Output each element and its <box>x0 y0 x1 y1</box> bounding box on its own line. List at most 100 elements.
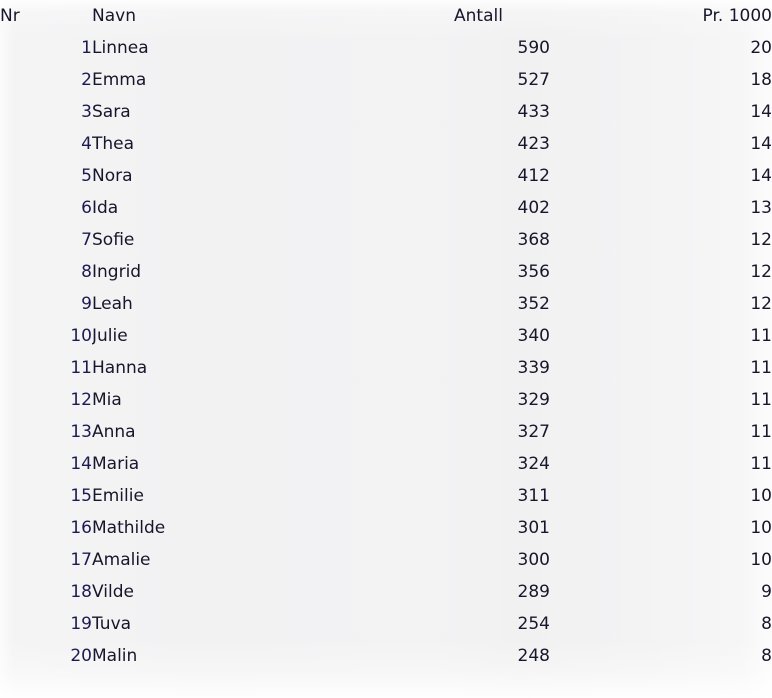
table-row[interactable]: 20 Malin 248 8 <box>0 640 772 672</box>
column-header-pr1000[interactable]: Pr. 1000 <box>550 0 772 32</box>
cell-navn: Emilie <box>92 486 144 506</box>
cell-nr: 19 <box>0 608 92 640</box>
table-row[interactable]: 4 Thea 423 14 <box>0 128 772 160</box>
rank-number: 10 <box>70 326 92 346</box>
cell-navn: Julie <box>92 326 128 346</box>
table-row[interactable]: 17 Amalie 300 10 <box>0 544 772 576</box>
column-header-antall[interactable]: Antall <box>454 0 550 32</box>
cell-navn: Tuva <box>92 614 132 634</box>
table-body: 1 Linnea 590 20 2 Emma 527 18 3 Sara 433 14 4 Thea 423… <box>0 32 772 672</box>
table-row[interactable]: 10 Julie 340 11 <box>0 320 772 352</box>
cell-nr: 12 <box>0 384 92 416</box>
table-row[interactable]: 5 Nora 412 14 <box>0 160 772 192</box>
cell-pr1000: 11 <box>750 390 772 410</box>
table-row[interactable]: 9 Leah 352 12 <box>0 288 772 320</box>
cell-pr1000: 10 <box>750 518 772 538</box>
rank-number: 1 <box>81 38 92 58</box>
table-row[interactable]: 2 Emma 527 18 <box>0 64 772 96</box>
cell-navn: Ida <box>92 198 119 218</box>
cell-pr1000: 11 <box>750 326 772 346</box>
page-background: Nr Navn Antall Pr. 1000 1 Linnea 590 20 2 Emm… <box>0 0 772 698</box>
rank-number: 7 <box>81 230 92 250</box>
cell-antall: 248 <box>517 646 550 666</box>
table-row[interactable]: 8 Ingrid 356 12 <box>0 256 772 288</box>
rank-number: 12 <box>70 390 92 410</box>
table-row[interactable]: 7 Sofie 368 12 <box>0 224 772 256</box>
rank-number: 19 <box>70 614 92 634</box>
cell-antall: 254 <box>517 614 550 634</box>
cell-nr: 1 <box>0 32 92 64</box>
table-row[interactable]: 18 Vilde 289 9 <box>0 576 772 608</box>
cell-nr: 15 <box>0 480 92 512</box>
table-row[interactable]: 1 Linnea 590 20 <box>0 32 772 64</box>
cell-nr: 13 <box>0 416 92 448</box>
cell-antall: 301 <box>517 518 550 538</box>
cell-nr: 7 <box>0 224 92 256</box>
rank-number: 2 <box>81 70 92 90</box>
table-row[interactable]: 12 Mia 329 11 <box>0 384 772 416</box>
column-header-navn[interactable]: Navn <box>92 0 454 32</box>
cell-nr: 18 <box>0 576 92 608</box>
cell-pr1000: 18 <box>750 70 772 90</box>
names-ranking-table: Nr Navn Antall Pr. 1000 1 Linnea 590 20 2 Emm… <box>0 0 772 672</box>
cell-pr1000: 20 <box>750 38 772 58</box>
cell-navn: Ingrid <box>92 262 142 282</box>
cell-navn: Amalie <box>92 550 151 570</box>
cell-pr1000: 11 <box>750 454 772 474</box>
cell-antall: 300 <box>517 550 550 570</box>
table-row[interactable]: 14 Maria 324 11 <box>0 448 772 480</box>
table-header-row: Nr Navn Antall Pr. 1000 <box>0 0 772 32</box>
cell-pr1000: 14 <box>750 102 772 122</box>
cell-pr1000: 12 <box>750 294 772 314</box>
cell-navn: Malin <box>92 646 138 666</box>
table-row[interactable]: 6 Ida 402 13 <box>0 192 772 224</box>
cell-antall: 433 <box>517 102 550 122</box>
rank-number: 17 <box>70 550 92 570</box>
cell-navn: Sara <box>92 102 131 122</box>
cell-navn: Linnea <box>92 38 149 58</box>
cell-navn: Vilde <box>92 582 134 602</box>
rank-number: 13 <box>70 422 92 442</box>
table-row[interactable]: 19 Tuva 254 8 <box>0 608 772 640</box>
cell-nr: 3 <box>0 96 92 128</box>
cell-pr1000: 9 <box>761 582 772 602</box>
rank-number: 18 <box>70 582 92 602</box>
cell-antall: 311 <box>517 486 550 506</box>
cell-pr1000: 13 <box>750 198 772 218</box>
cell-antall: 527 <box>517 70 550 90</box>
cell-pr1000: 10 <box>750 486 772 506</box>
cell-pr1000: 10 <box>750 550 772 570</box>
cell-navn: Thea <box>92 134 135 154</box>
cell-navn: Hanna <box>92 358 148 378</box>
cell-antall: 329 <box>517 390 550 410</box>
cell-nr: 20 <box>0 640 92 672</box>
cell-nr: 10 <box>0 320 92 352</box>
cell-pr1000: 12 <box>750 262 772 282</box>
cell-pr1000: 8 <box>761 646 772 666</box>
cell-antall: 324 <box>517 454 550 474</box>
table-row[interactable]: 15 Emilie 311 10 <box>0 480 772 512</box>
cell-pr1000: 14 <box>750 166 772 186</box>
cell-antall: 339 <box>517 358 550 378</box>
cell-nr: 11 <box>0 352 92 384</box>
table-row[interactable]: 11 Hanna 339 11 <box>0 352 772 384</box>
table-row[interactable]: 16 Mathilde 301 10 <box>0 512 772 544</box>
cell-navn: Maria <box>92 454 140 474</box>
cell-nr: 6 <box>0 192 92 224</box>
rank-number: 8 <box>81 262 92 282</box>
cell-nr: 16 <box>0 512 92 544</box>
rank-number: 4 <box>81 134 92 154</box>
rank-number: 20 <box>70 646 92 666</box>
table-row[interactable]: 13 Anna 327 11 <box>0 416 772 448</box>
table-row[interactable]: 3 Sara 433 14 <box>0 96 772 128</box>
cell-nr: 4 <box>0 128 92 160</box>
rank-number: 16 <box>70 518 92 538</box>
cell-pr1000: 8 <box>761 614 772 634</box>
rank-number: 15 <box>70 486 92 506</box>
column-header-nr[interactable]: Nr <box>0 0 92 32</box>
cell-navn: Mia <box>92 390 122 410</box>
cell-antall: 352 <box>517 294 550 314</box>
rank-number: 11 <box>70 358 92 378</box>
cell-pr1000: 14 <box>750 134 772 154</box>
cell-navn: Anna <box>92 422 136 442</box>
